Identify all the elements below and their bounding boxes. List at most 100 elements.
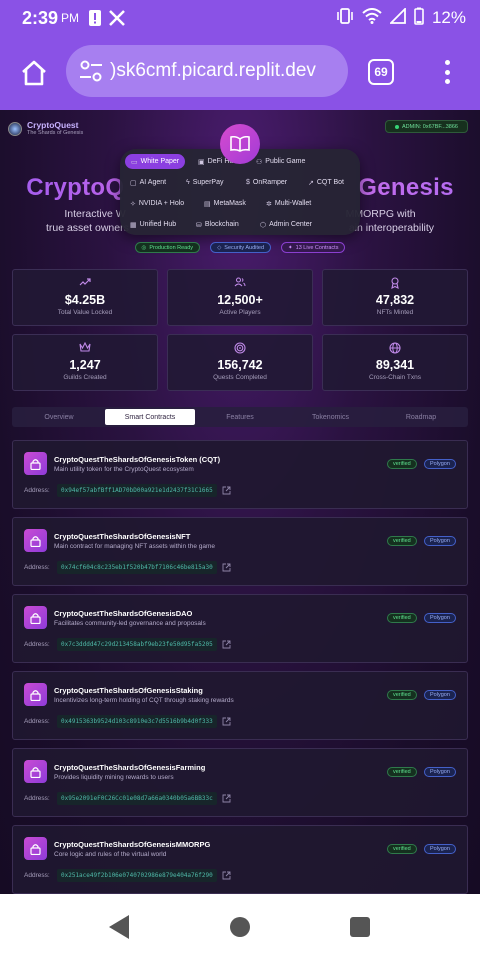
- hero-title-right: Genesis: [358, 174, 454, 201]
- status-badges: ◎ Production Ready ◇ Security Audited ✦ 13 …: [0, 242, 480, 253]
- stat-card-quests: 156,742 Quests Completed: [167, 334, 313, 391]
- menu-item-onramper[interactable]: $ OnRamper: [246, 175, 287, 190]
- address-label: Address:: [24, 795, 50, 802]
- contract-address[interactable]: 0x4915363b9524d103c8910e3c7d5516b9b4d0f3…: [57, 715, 217, 728]
- recents-button[interactable]: [350, 917, 370, 937]
- stat-label: Quests Completed: [213, 374, 267, 381]
- layers-icon: ▦: [130, 221, 137, 229]
- menu-item-superpay[interactable]: ϟ SuperPay: [186, 175, 223, 190]
- contract-card: CryptoQuestTheShardsOfGenesisStaking Ince…: [12, 671, 468, 740]
- menu-item-ai-agent[interactable]: ▢ AI Agent: [130, 175, 166, 190]
- admin-wallet-badge[interactable]: ADMIN: 0x67BF...3866: [385, 120, 468, 133]
- home-icon: [22, 60, 46, 86]
- menu-item-unified-hub[interactable]: ▦ Unified Hub: [130, 217, 176, 232]
- wifi-icon: [362, 7, 382, 29]
- stat-card-nfts: 47,832 NFTs Minted: [322, 269, 468, 326]
- status-ampm: PM: [61, 11, 80, 25]
- menu-item-nvidia-holo[interactable]: ✧ NVIDIA + Holo: [130, 196, 184, 211]
- globe-icon: [323, 342, 467, 354]
- tab-features[interactable]: Features: [195, 409, 285, 425]
- shield-icon: ⬡: [260, 221, 267, 229]
- menu-item-cqt-bot[interactable]: ↗ CQT Bot: [308, 175, 344, 190]
- stat-card-tvl: $4.25B Total Value Locked: [12, 269, 158, 326]
- menu-item-metamask[interactable]: ▤ MetaMask: [204, 196, 246, 211]
- contract-name: CryptoQuestTheShardsOfGenesisMMORPG: [54, 840, 211, 849]
- network-badge: Polygon: [424, 536, 456, 546]
- network-badge: Polygon: [424, 767, 456, 777]
- signal-icon: [388, 6, 406, 29]
- contract-card: CryptoQuestTheShardsOfGenesisDAO Facilita…: [12, 594, 468, 663]
- menu-item-label: Unified Hub: [139, 221, 177, 228]
- wallet-icon: ▤: [204, 200, 211, 208]
- lock-icon: [24, 606, 47, 629]
- brand[interactable]: CryptoQuest The Shards of Genesis: [8, 120, 83, 137]
- badge-label: 13 Live Contracts: [295, 244, 339, 251]
- network-badge: Polygon: [424, 844, 456, 854]
- tab-tokenomics[interactable]: Tokenomics: [285, 409, 376, 425]
- contract-address[interactable]: 0x95e2091eF0C26Cc01e08d7a66a0340b05a6BB3…: [57, 792, 217, 805]
- tab-roadmap[interactable]: Roadmap: [376, 409, 466, 425]
- external-link-icon[interactable]: [222, 717, 231, 726]
- site-settings-icon[interactable]: [78, 58, 104, 84]
- verified-badge: verified: [387, 844, 417, 854]
- verified-badge: verified: [387, 767, 417, 777]
- external-link-icon[interactable]: [222, 640, 231, 649]
- stat-value: 156,742: [217, 358, 263, 372]
- network-badge: Polygon: [424, 613, 456, 623]
- contract-card: CryptoQuestTheShardsOfGenesisMMORPG Core …: [12, 825, 468, 894]
- verified-badge: verified: [387, 536, 417, 546]
- address-label: Address:: [24, 641, 50, 648]
- battery-percent: 12%: [431, 8, 466, 27]
- stat-card-crosschain: 89,341 Cross-Chain Txns: [322, 334, 468, 391]
- menu-item-white-paper[interactable]: ▭ White Paper: [125, 154, 186, 169]
- external-link-icon[interactable]: [222, 486, 231, 495]
- menu-item-public-game[interactable]: ⚇ Public Game: [256, 154, 305, 169]
- database-icon: ⛁: [196, 221, 202, 229]
- external-link-icon[interactable]: [222, 563, 231, 572]
- stat-label: Guilds Created: [63, 374, 107, 381]
- tab-switcher-button[interactable]: 69: [368, 59, 394, 85]
- x-logo-icon: [109, 10, 125, 26]
- check-circle-icon: ◎: [141, 244, 147, 251]
- verified-badge: verified: [387, 613, 417, 623]
- home-button[interactable]: [14, 53, 54, 93]
- contract-address[interactable]: 0x74cf604c8c235eb1f520b47bf7106c46be815a…: [57, 561, 217, 574]
- hero-desc-l2-left: true asset owners: [45, 222, 129, 234]
- address-bar[interactable]: )sk6cmf.picard.replit.dev: [66, 45, 348, 97]
- menu-item-multi-wallet[interactable]: ✲ Multi-Wallet: [266, 196, 311, 211]
- hero-desc-l2-right: ain interoperability: [348, 222, 435, 234]
- tab-overview[interactable]: Overview: [14, 409, 104, 425]
- stat-value: 89,341: [375, 358, 415, 372]
- trending-up-icon: [13, 277, 157, 287]
- external-link-icon[interactable]: [222, 794, 231, 803]
- menu-item-label: Public Game: [265, 158, 306, 165]
- live-contracts-badge: ✦ 13 Live Contracts: [281, 242, 346, 253]
- crown-icon: [13, 342, 157, 352]
- menu-item-label: SuperPay: [192, 179, 224, 186]
- whitepaper-book-button[interactable]: [220, 124, 260, 164]
- stat-label: Active Players: [219, 309, 261, 316]
- external-link-icon[interactable]: [222, 871, 231, 880]
- tab-smart-contracts[interactable]: Smart Contracts: [105, 409, 195, 425]
- stat-card-players: 12,500+ Active Players: [167, 269, 313, 326]
- hero-desc-l1-left: Interactive W: [64, 208, 126, 220]
- home-nav-button[interactable]: [230, 917, 250, 937]
- contract-address[interactable]: 0x7c3dddd47c29d213458abf9eb23fe50d95fa52…: [57, 638, 217, 651]
- contract-description: Main contract for managing NFT assets wi…: [54, 543, 216, 550]
- bank-icon: ▣: [198, 158, 205, 166]
- stat-label: NFTs Minted: [376, 309, 414, 316]
- status-bar: 2:39 PM 12%: [0, 0, 480, 36]
- back-button[interactable]: [107, 914, 131, 940]
- menu-item-blockchain[interactable]: ⛁ Blockchain: [196, 217, 239, 232]
- contract-name: CryptoQuestTheShardsOfGenesisToken (CQT): [54, 455, 221, 464]
- online-dot-icon: [395, 124, 400, 129]
- stat-value: 12,500+: [217, 293, 263, 307]
- contract-address[interactable]: 0x251ace49f2b106e0740702986e879e404a76f2…: [57, 869, 217, 882]
- users-icon: ⚇: [256, 158, 263, 166]
- system-navigation-bar: [0, 894, 480, 960]
- shield-icon: ◇: [217, 244, 222, 251]
- browser-menu-button[interactable]: [436, 56, 458, 88]
- menu-item-admin-center[interactable]: ⬡ Admin Center: [260, 217, 312, 232]
- contract-address[interactable]: 0x94ef57abfBff1AD70bD00a921e1d2437f31C16…: [57, 484, 217, 497]
- users-icon: [168, 277, 312, 287]
